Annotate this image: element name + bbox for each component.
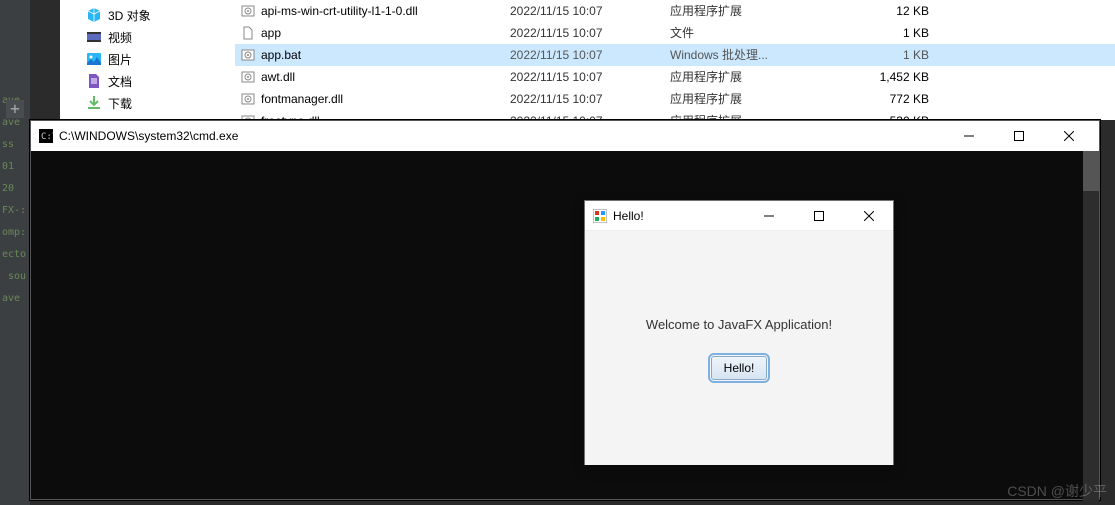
minimize-button[interactable] xyxy=(747,201,791,231)
ide-line: 20 xyxy=(0,178,30,200)
file-size: 772 KB xyxy=(845,88,935,110)
gear-icon xyxy=(241,92,255,106)
file-date: 2022/11/15 10:07 xyxy=(510,0,670,22)
cmd-icon: C:\ xyxy=(39,129,53,143)
close-button[interactable] xyxy=(847,201,891,231)
file-row[interactable]: app.bat 2022/11/15 10:07Windows 批处理...1 K… xyxy=(235,44,1115,66)
file-name: awt.dll xyxy=(261,66,295,88)
cmd-scrollbar[interactable] xyxy=(1083,151,1099,501)
explorer-file-list: api-ms-win-crt-utility-l1-1-0.dll 2022/11… xyxy=(235,0,1115,120)
file-type: 应用程序扩展 xyxy=(670,0,845,22)
ide-line: sou xyxy=(0,266,30,288)
file-row[interactable]: api-ms-win-crt-utility-l1-1-0.dll 2022/11… xyxy=(235,0,1115,22)
sidebar-item[interactable]: 视频 xyxy=(60,26,235,48)
file-size: 12 KB xyxy=(845,0,935,22)
javafx-title: Hello! xyxy=(613,209,741,223)
file-icon xyxy=(241,26,255,40)
file-date: 2022/11/15 10:07 xyxy=(510,66,670,88)
ide-line: ecto xyxy=(0,244,30,266)
file-date: 2022/11/15 10:07 xyxy=(510,44,670,66)
file-name: api-ms-win-crt-utility-l1-1-0.dll xyxy=(261,0,418,22)
sidebar-item-label: 图片 xyxy=(108,51,132,68)
file-type: 应用程序扩展 xyxy=(670,88,845,110)
cmd-terminal[interactable] xyxy=(31,151,1099,499)
file-explorer: 3D 对象视频图片文档下载 api-ms-win-crt-utility-l1-… xyxy=(60,0,1115,120)
sidebar-item-label: 视频 xyxy=(108,29,132,46)
sidebar-item[interactable]: 3D 对象 xyxy=(60,4,235,26)
svg-text:C:\: C:\ xyxy=(41,132,53,142)
sidebar-item-label: 文档 xyxy=(108,73,132,90)
file-type: 应用程序扩展 xyxy=(670,66,845,88)
gear-icon xyxy=(241,4,255,18)
javafx-titlebar[interactable]: Hello! xyxy=(585,201,893,231)
pictures-icon xyxy=(86,51,102,67)
gear-icon xyxy=(241,70,255,84)
cmd-titlebar[interactable]: C:\ C:\WINDOWS\system32\cmd.exe xyxy=(31,121,1099,151)
watermark: CSDN @谢少平 xyxy=(1007,481,1107,501)
minimize-button[interactable] xyxy=(947,121,991,151)
download-icon xyxy=(86,95,102,111)
javafx-body: Welcome to JavaFX Application! Hello! xyxy=(585,231,893,465)
ide-line: 01 xyxy=(0,156,30,178)
sidebar-item-label: 下载 xyxy=(108,95,132,112)
hello-button[interactable]: Hello! xyxy=(711,356,768,380)
ide-line: FX-: xyxy=(0,200,30,222)
ide-line: ss xyxy=(0,134,30,156)
file-size: 1,452 KB xyxy=(845,66,935,88)
file-name: app xyxy=(261,22,281,44)
close-button[interactable] xyxy=(1047,121,1091,151)
javafx-window: Hello! Welcome to JavaFX Application! He… xyxy=(584,200,894,465)
document-icon xyxy=(86,73,102,89)
file-date: 2022/11/15 10:07 xyxy=(510,22,670,44)
cmd-scrollbar-thumb[interactable] xyxy=(1083,151,1099,191)
cube-icon xyxy=(86,7,102,23)
video-icon xyxy=(86,29,102,45)
file-type: Windows 批处理... xyxy=(670,44,845,66)
javafx-app-icon xyxy=(593,209,607,223)
sidebar-item-label: 3D 对象 xyxy=(108,7,151,24)
file-date: 2022/11/15 10:07 xyxy=(510,88,670,110)
cmd-window: C:\ C:\WINDOWS\system32\cmd.exe xyxy=(30,120,1100,500)
file-size: 1 KB xyxy=(845,22,935,44)
welcome-label: Welcome to JavaFX Application! xyxy=(646,317,832,332)
gear-icon xyxy=(241,48,255,62)
file-type: 文件 xyxy=(670,22,845,44)
ide-line: ave xyxy=(0,288,30,310)
sidebar-item[interactable]: 文档 xyxy=(60,70,235,92)
file-name: fontmanager.dll xyxy=(261,88,343,110)
ide-add-button[interactable]: + xyxy=(6,100,24,118)
file-row[interactable]: app 2022/11/15 10:07文件1 KB xyxy=(235,22,1115,44)
file-row[interactable]: fontmanager.dll 2022/11/15 10:07应用程序扩展772… xyxy=(235,88,1115,110)
maximize-button[interactable] xyxy=(797,201,841,231)
file-row[interactable]: awt.dll 2022/11/15 10:07应用程序扩展1,452 KB xyxy=(235,66,1115,88)
file-name: app.bat xyxy=(261,44,301,66)
sidebar-item[interactable]: 下载 xyxy=(60,92,235,114)
sidebar-item[interactable]: 图片 xyxy=(60,48,235,70)
file-size: 1 KB xyxy=(845,44,935,66)
ide-background: + aveavess0120FX-:omp:ecto souave xyxy=(0,0,30,505)
ide-line: omp: xyxy=(0,222,30,244)
explorer-sidebar: 3D 对象视频图片文档下载 xyxy=(60,0,235,120)
maximize-button[interactable] xyxy=(997,121,1041,151)
cmd-title: C:\WINDOWS\system32\cmd.exe xyxy=(59,129,941,143)
